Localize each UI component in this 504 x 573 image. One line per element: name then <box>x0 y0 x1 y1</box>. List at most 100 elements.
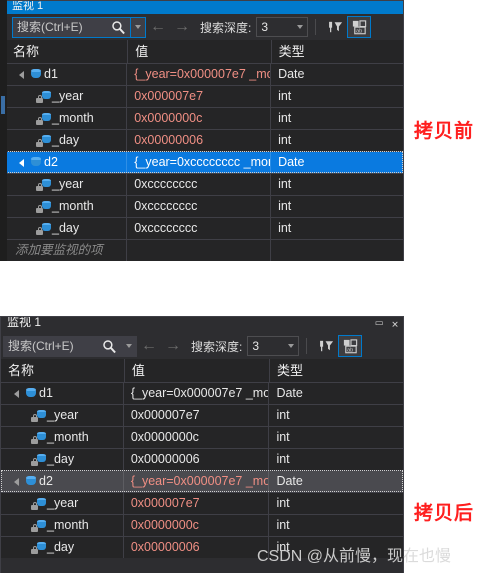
table-row[interactable]: _month 0xcccccccc int <box>6 195 403 217</box>
editor-scrollbar-strip[interactable] <box>0 0 7 261</box>
expander-icon[interactable] <box>10 383 22 404</box>
cell-value[interactable]: 0x000007e7 <box>127 86 272 107</box>
field-icon <box>35 108 52 129</box>
column-header-type[interactable]: 类型 <box>270 359 403 382</box>
table-row[interactable]: _year 0x000007e7 int <box>1 492 403 514</box>
cell-name[interactable]: _day <box>1 537 124 558</box>
cell-name[interactable]: d2 <box>1 471 124 492</box>
panel-titlebar-after: 监视 1 ▭ ✕ <box>1 317 403 333</box>
cell-name[interactable]: _year <box>6 86 128 107</box>
scrollbar-thumb[interactable] <box>1 96 5 114</box>
cell-name[interactable]: d1 <box>6 64 128 85</box>
table-row[interactable]: d1 {_year=0x000007e7 _mont… Date <box>1 382 403 404</box>
cell-name[interactable]: _month <box>1 515 124 536</box>
cell-value[interactable]: 0x00000006 <box>124 537 270 558</box>
ab-toggle-icon[interactable]: ab <box>338 335 363 357</box>
cell-name[interactable]: 添加要监视的项 <box>6 240 128 261</box>
panel-close-button[interactable]: ✕ <box>387 319 403 331</box>
field-icon <box>35 218 52 239</box>
expander-icon[interactable] <box>15 64 27 85</box>
expander-icon[interactable] <box>10 471 22 492</box>
search-depth-value-before: 3 <box>261 20 269 34</box>
watch-add-item-row[interactable]: 添加要监视的项 <box>6 239 403 261</box>
svg-text:ab: ab <box>347 347 353 353</box>
search-group-after: 搜索(Ctrl+E) <box>3 335 137 357</box>
column-header-value[interactable]: 值 <box>128 40 272 63</box>
table-row[interactable]: _year 0x000007e7 int <box>6 85 403 107</box>
table-row[interactable]: _year 0x000007e7 int <box>1 404 403 426</box>
column-header-type[interactable]: 类型 <box>272 40 403 63</box>
pin-filter-icon[interactable] <box>323 16 347 38</box>
panel-minimize-button[interactable]: ▭ <box>371 318 387 331</box>
table-row[interactable]: _day 0x00000006 int <box>6 129 403 151</box>
table-row[interactable]: d2 {_year=0xcccccccc _month… Date <box>6 151 403 173</box>
search-input-after[interactable]: 搜索(Ctrl+E) <box>3 335 121 357</box>
search-depth-select-before[interactable]: 3 <box>256 17 309 37</box>
search-input-before[interactable]: 搜索(Ctrl+E) <box>12 16 130 40</box>
pin-filter-icon[interactable] <box>314 335 338 357</box>
expander-icon[interactable] <box>15 152 27 173</box>
cell-value[interactable]: {_year=0x000007e7 _mont… <box>127 64 272 85</box>
cell-value[interactable]: {_year=0x000007e7 _mont… <box>124 471 270 492</box>
search-dropdown-before[interactable] <box>130 16 146 38</box>
cell-name[interactable]: _year <box>1 405 124 426</box>
cell-value[interactable]: 0x0000000c <box>127 108 272 129</box>
field-icon <box>35 174 52 195</box>
cell-value[interactable] <box>127 240 272 261</box>
cell-type: Date <box>278 67 305 81</box>
cell-value[interactable]: 0xcccccccc <box>127 196 272 217</box>
cell-value[interactable]: {_year=0x000007e7 _mont… <box>124 383 270 404</box>
table-row[interactable]: d2 {_year=0x000007e7 _mont… Date <box>1 470 403 492</box>
cell-name[interactable]: d1 <box>1 383 124 404</box>
table-row[interactable]: _month 0x0000000c int <box>1 426 403 448</box>
table-row[interactable]: _day 0x00000006 int <box>1 448 403 470</box>
row-name-label: _month <box>47 518 89 532</box>
column-header-value[interactable]: 值 <box>125 359 270 382</box>
cell-name[interactable]: _month <box>1 427 124 448</box>
cell-name[interactable]: _day <box>6 130 128 151</box>
cell-name[interactable]: d2 <box>6 152 128 173</box>
cell-name[interactable]: _day <box>1 449 124 470</box>
search-dropdown-after[interactable] <box>121 335 137 357</box>
cell-name[interactable]: _month <box>6 196 128 217</box>
search-depth-select-after[interactable]: 3 <box>247 336 300 356</box>
search-forward-button-after[interactable]: → <box>161 335 185 357</box>
panel-title-after: 监视 1 <box>7 317 42 329</box>
cube-icon <box>22 471 39 492</box>
watch-grid-before: 名称 值 类型 d1 {_year=0x000007e7 _mont… Date _y… <box>6 40 403 261</box>
field-icon <box>30 493 47 514</box>
cell-name[interactable]: _year <box>1 493 124 514</box>
search-back-button-before[interactable]: ← <box>146 16 170 38</box>
cell-value[interactable]: {_year=0xcccccccc _month… <box>127 152 272 173</box>
cell-name[interactable]: _year <box>6 174 128 195</box>
cell-value[interactable]: 0x00000006 <box>124 449 270 470</box>
cell-value[interactable]: 0x00000006 <box>127 130 272 151</box>
search-depth-label-before: 搜索深度: <box>200 20 252 35</box>
table-row[interactable]: d1 {_year=0x000007e7 _mont… Date <box>6 63 403 85</box>
cell-name[interactable]: _day <box>6 218 128 239</box>
search-placeholder-before: 搜索(Ctrl+E) <box>17 20 83 34</box>
cell-value[interactable]: 0x000007e7 <box>124 493 270 514</box>
cell-value[interactable]: 0x000007e7 <box>124 405 270 426</box>
cell-type: int <box>278 221 292 235</box>
cell-type: int <box>278 199 292 213</box>
table-row[interactable]: _day 0xcccccccc int <box>6 217 403 239</box>
magnifier-icon <box>111 20 126 40</box>
search-back-button-after[interactable]: ← <box>137 335 161 357</box>
column-header-name[interactable]: 名称 <box>6 40 129 63</box>
cell-value[interactable]: 0xcccccccc <box>127 174 272 195</box>
table-row[interactable]: _month 0x0000000c int <box>1 514 403 536</box>
column-header-name[interactable]: 名称 <box>1 359 125 382</box>
table-row[interactable]: _month 0x0000000c int <box>6 107 403 129</box>
chevron-down-icon <box>126 344 132 348</box>
table-row[interactable]: _year 0xcccccccc int <box>6 173 403 195</box>
cell-name[interactable]: _month <box>6 108 128 129</box>
search-placeholder-after: 搜索(Ctrl+E) <box>8 339 74 353</box>
cell-value[interactable]: 0xcccccccc <box>127 218 272 239</box>
search-forward-button-before[interactable]: → <box>170 16 194 38</box>
grid-header-after: 名称 值 类型 <box>1 359 403 382</box>
cell-value[interactable]: 0x0000000c <box>124 427 270 448</box>
cell-type: int <box>278 177 292 191</box>
cell-value[interactable]: 0x0000000c <box>124 515 270 536</box>
ab-toggle-icon[interactable]: ab <box>347 16 372 38</box>
